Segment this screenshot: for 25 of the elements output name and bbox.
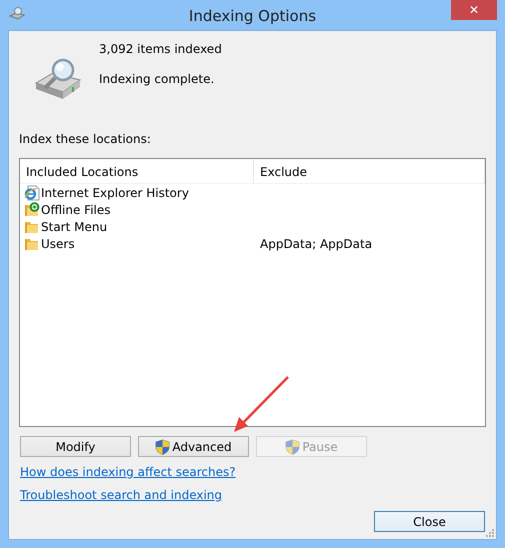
location-name[interactable]: Offline Files — [41, 202, 111, 216]
close-button[interactable]: Close — [374, 511, 485, 532]
help-link[interactable]: How does indexing affect searches? — [20, 465, 236, 479]
window-title: Indexing Options — [188, 6, 316, 25]
shield-icon — [285, 438, 300, 454]
exclude-text: AppData; AppData — [260, 236, 372, 250]
location-name[interactable]: Start Menu — [41, 220, 108, 234]
location-name[interactable]: Internet Explorer History — [41, 186, 189, 200]
indexed-drive-icon — [33, 58, 83, 100]
annotation-arrow — [234, 376, 289, 432]
browser-page-icon — [24, 184, 40, 200]
window-close-button[interactable]: ✕ — [451, 0, 497, 20]
items-count: 3,092 items indexed — [99, 42, 222, 56]
action-button[interactable]: Modify — [20, 436, 131, 457]
indexing-app-icon — [8, 6, 26, 22]
sync-folder-icon — [24, 202, 40, 218]
status-message: Indexing complete. — [99, 72, 216, 86]
help-link[interactable]: Troubleshoot search and indexing — [20, 488, 222, 502]
action-button[interactable]: Advanced — [138, 436, 249, 457]
resize-grip-icon[interactable] — [485, 528, 494, 537]
column-header[interactable]: Exclude — [254, 159, 485, 183]
shield-icon — [155, 438, 170, 454]
location-name[interactable]: Users — [41, 236, 75, 250]
column-header[interactable]: Included Locations — [20, 159, 254, 183]
locations-label: Index these locations: — [19, 132, 152, 146]
